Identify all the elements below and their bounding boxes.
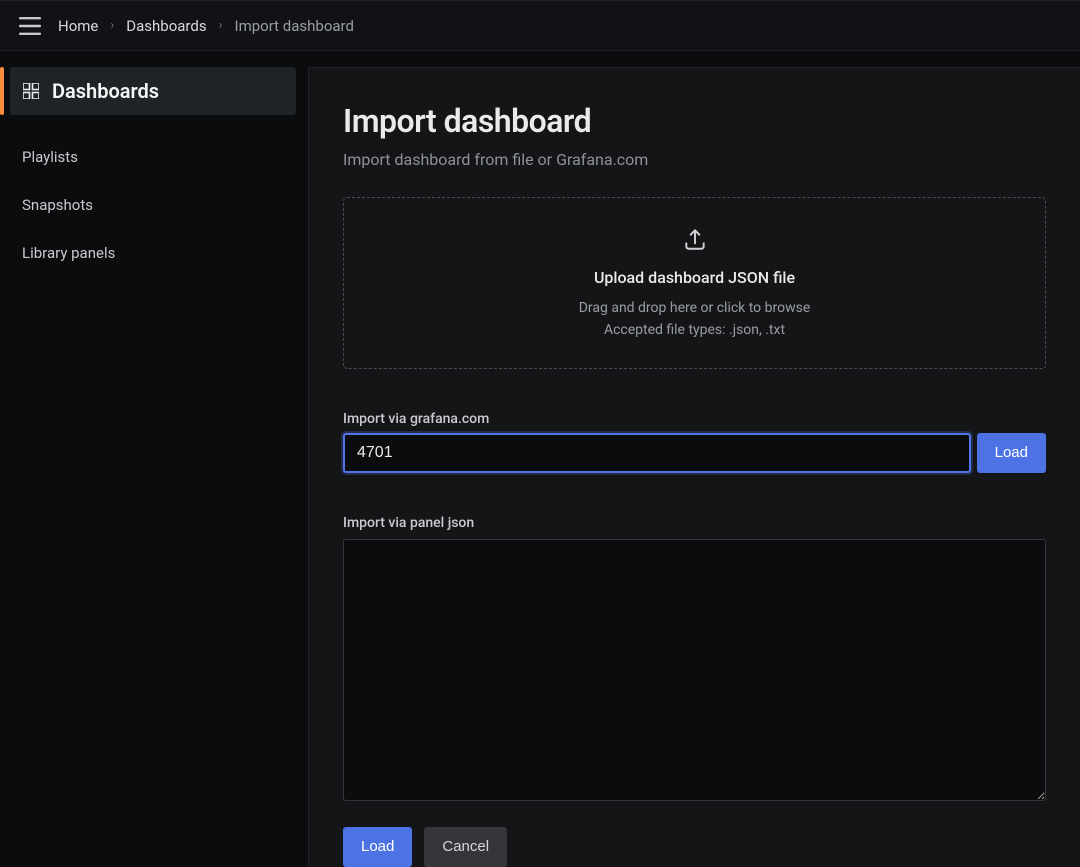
sidebar-item-label: Library panels: [22, 244, 115, 262]
sidebar-item-playlists[interactable]: Playlists: [10, 133, 296, 181]
sidebar-item-library-panels[interactable]: Library panels: [10, 229, 296, 277]
sidebar-item-snapshots[interactable]: Snapshots: [10, 181, 296, 229]
load-button[interactable]: Load: [343, 827, 412, 867]
sidebar-item-label: Playlists: [22, 148, 78, 166]
sidebar-item-label: Snapshots: [22, 196, 93, 214]
grafana-com-load-button[interactable]: Load: [977, 433, 1046, 473]
sidebar-item-label: Dashboards: [52, 79, 159, 103]
breadcrumb-dashboards[interactable]: Dashboards: [126, 17, 206, 35]
menu-toggle[interactable]: [16, 12, 44, 40]
page-subtitle: Import dashboard from file or Grafana.co…: [343, 150, 1046, 169]
upload-dropzone[interactable]: Upload dashboard JSON file Drag and drop…: [343, 197, 1046, 369]
dropzone-hint: Drag and drop here or click to browse Ac…: [579, 297, 811, 342]
cancel-button[interactable]: Cancel: [424, 827, 507, 867]
main-content: Import dashboard Import dashboard from f…: [308, 67, 1080, 867]
page-title: Import dashboard: [343, 102, 1046, 140]
breadcrumb-current: Import dashboard: [234, 17, 353, 35]
upload-icon: [682, 226, 708, 252]
topbar: Home › Dashboards › Import dashboard: [0, 0, 1080, 51]
panel-json-textarea[interactable]: [343, 539, 1046, 801]
breadcrumb-home[interactable]: Home: [58, 17, 98, 35]
dropzone-title: Upload dashboard JSON file: [594, 268, 795, 287]
hamburger-icon: [19, 17, 41, 35]
breadcrumb: Home › Dashboards › Import dashboard: [58, 17, 354, 35]
sidebar: Dashboards Playlists Snapshots Library p…: [0, 51, 308, 867]
panel-json-label: Import via panel json: [343, 515, 1046, 531]
sidebar-item-dashboards[interactable]: Dashboards: [10, 67, 296, 115]
chevron-right-icon: ›: [219, 18, 223, 33]
dashboards-icon: [22, 82, 40, 100]
chevron-right-icon: ›: [110, 18, 114, 33]
grafana-com-label: Import via grafana.com: [343, 411, 1046, 427]
grafana-com-input[interactable]: [343, 433, 971, 473]
